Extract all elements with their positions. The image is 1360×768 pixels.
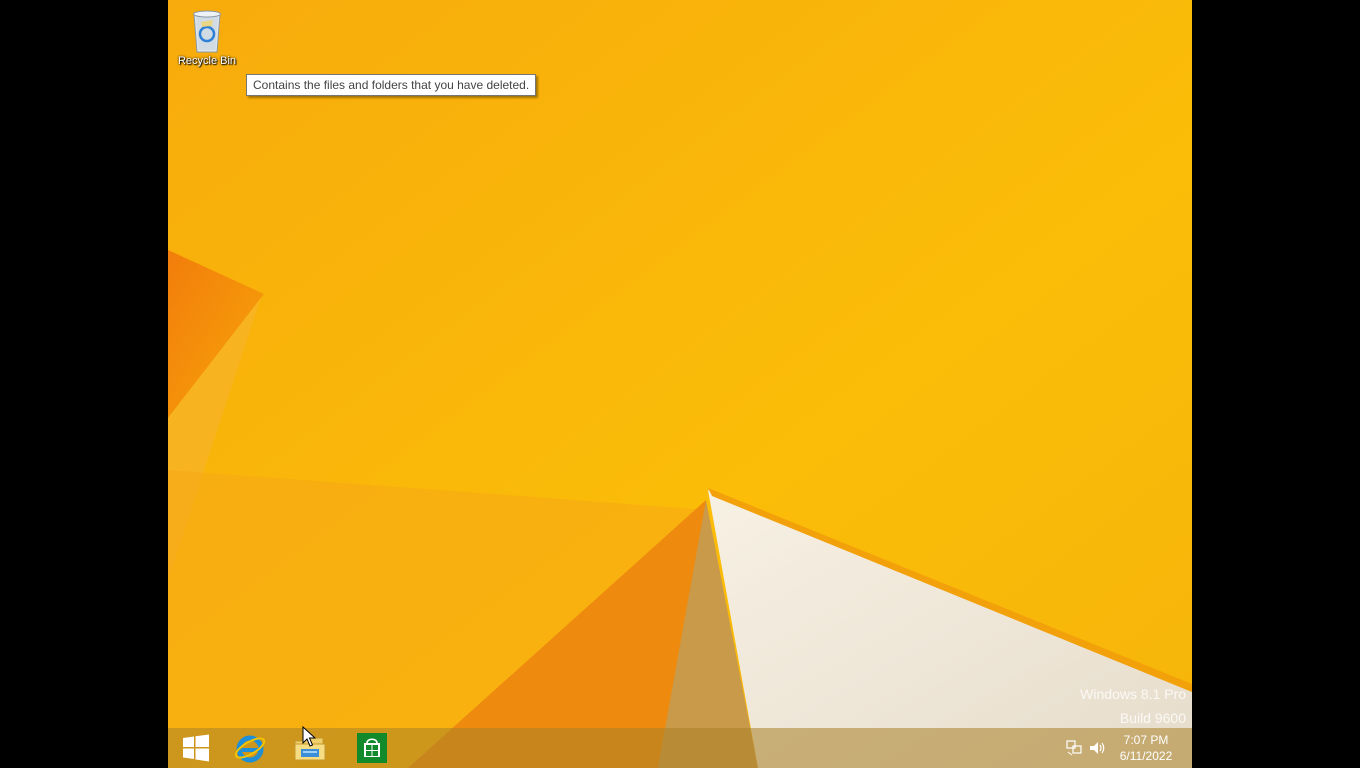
recycle-bin-tooltip: Contains the files and folders that you … xyxy=(246,74,537,96)
mouse-pointer-icon xyxy=(302,726,316,747)
recycle-bin-icon xyxy=(193,10,221,53)
recycle-bin-label: Recycle Bin xyxy=(177,55,237,67)
clock-date: 6/11/2022 xyxy=(1119,749,1173,763)
clock-time: 7:07 PM xyxy=(1123,733,1169,747)
internet-explorer-button[interactable] xyxy=(222,728,278,768)
watermark-edition: Windows 8.1 Pro xyxy=(1080,686,1186,702)
taskbar: 7:07 PM 6/11/2022 xyxy=(168,728,1192,768)
watermark-build: Build 9600 xyxy=(1119,710,1186,726)
desktop-screen: Recycle Bin Contains the files and folde… xyxy=(168,0,1192,768)
volume-icon xyxy=(1090,742,1105,754)
taskbar-clock[interactable]: 7:07 PM 6/11/2022 xyxy=(1106,732,1186,764)
windows-logo-icon xyxy=(183,734,209,762)
start-button[interactable] xyxy=(168,728,224,768)
windows-watermark: Windows 8.1 Pro Build 9600 xyxy=(1080,682,1186,730)
store-button[interactable] xyxy=(344,728,400,768)
internet-explorer-icon xyxy=(234,735,266,763)
recycle-bin-desktop-icon[interactable]: Recycle Bin xyxy=(172,4,242,76)
network-icon xyxy=(1066,740,1082,756)
wallpaper xyxy=(168,0,1192,768)
volume-tray-button[interactable] xyxy=(1088,738,1108,758)
network-tray-button[interactable] xyxy=(1064,738,1084,758)
store-icon xyxy=(357,733,387,763)
